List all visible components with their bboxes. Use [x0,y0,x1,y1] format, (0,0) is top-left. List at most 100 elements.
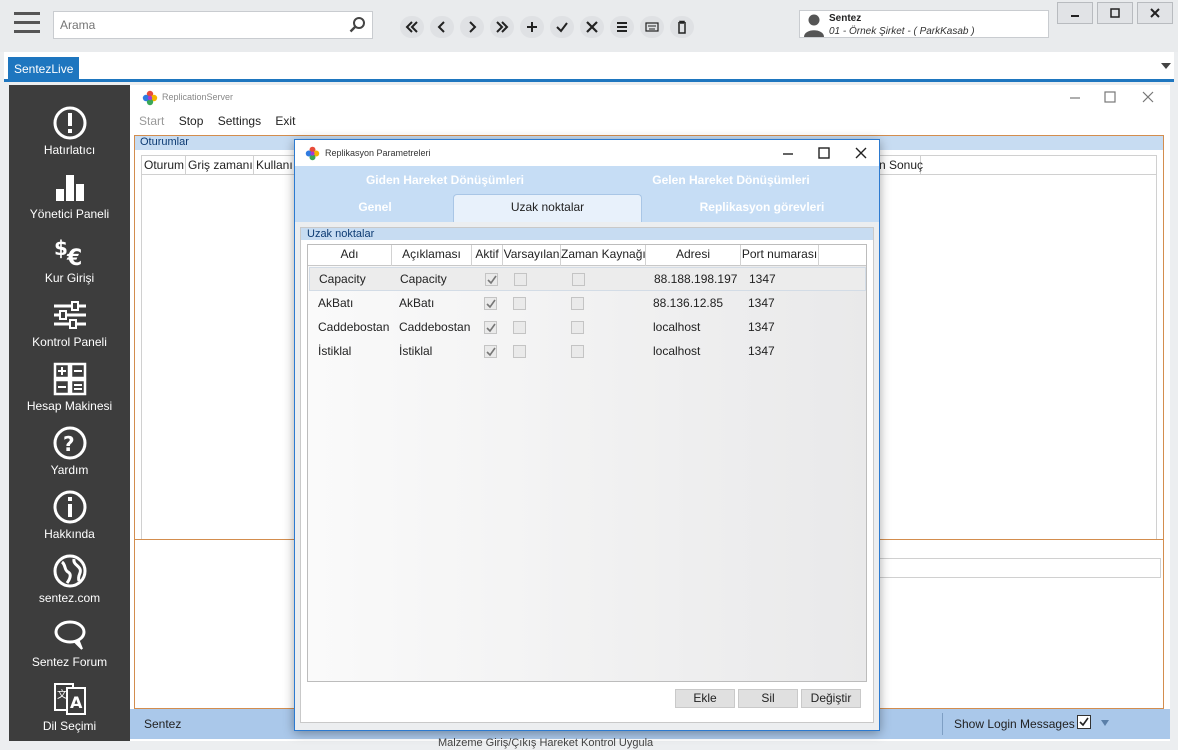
menu-settings[interactable]: Settings [218,114,261,128]
grid-row[interactable]: Capacity Capacity 88.188.198.197 1347 [309,267,866,291]
add-icon [527,22,537,32]
varsayilan-checkbox[interactable] [513,297,526,310]
keyboard-button[interactable] [640,16,664,38]
remote-points-grid: Adı Açıklaması Aktif Varsayılan Zaman Ka… [307,244,867,682]
menu-exit[interactable]: Exit [275,114,295,128]
zaman-kaynagi-checkbox[interactable] [571,321,584,334]
column-header-zaman-kaynagi[interactable]: Zaman Kaynağı [561,245,646,266]
close-button[interactable] [1137,2,1173,24]
zaman-kaynagi-checkbox[interactable] [571,345,584,358]
search-input[interactable] [54,12,334,38]
list-button[interactable] [610,16,634,38]
tab-dropdown-icon[interactable] [1160,62,1172,70]
window-maximize-icon[interactable] [1103,90,1117,104]
column-header-varsayilan[interactable]: Varsayılan [503,245,561,266]
status-dropdown-icon[interactable] [1101,720,1109,726]
tab-genel[interactable]: Genel [335,200,415,214]
menu-start[interactable]: Start [139,114,164,128]
column-header[interactable]: Oturum [142,156,186,174]
calculator-icon [53,362,86,396]
column-header[interactable]: Griş zamanı [186,156,254,174]
status-text: Sentez [144,717,182,731]
search-icon[interactable] [348,15,368,35]
sidebar-item-dil-secimi[interactable]: A文 Dil Seçimi [9,681,130,743]
cell-port: 1347 [749,272,776,286]
maximize-button[interactable] [1097,2,1133,24]
show-login-messages-checkbox[interactable] [1077,715,1091,729]
tab-replikasyon-gorevleri[interactable]: Replikasyon görevleri [687,200,837,214]
degistir-button[interactable]: Değiştir [801,689,861,708]
sidebar-item-hatirlatici[interactable]: Hatırlatıcı [9,105,130,167]
prev-icon [437,21,445,33]
sidebar-item-kontrol-paneli[interactable]: Kontrol Paneli [9,297,130,359]
grid-header: Adı Açıklaması Aktif Varsayılan Zaman Ka… [308,245,866,266]
cell-adi: İstiklal [318,344,352,358]
zaman-kaynagi-checkbox[interactable] [572,273,585,286]
sidebar-item-label: Dil Seçimi [42,719,97,733]
sidebar-item-label: Hatırlatıcı [43,143,96,157]
sidebar-item-hakkinda[interactable]: Hakkında [9,489,130,551]
sidebar-item-label: Kur Girişi [44,271,95,285]
varsayilan-checkbox[interactable] [514,273,527,286]
window-minimize-icon[interactable] [1068,90,1082,104]
sidebar-item-sentez-forum[interactable]: Sentez Forum [9,617,130,679]
previous-record-button[interactable] [430,16,454,38]
ekle-button[interactable]: Ekle [675,689,735,708]
grid-row[interactable]: Caddebostan Caddebostan localhost 1347 [309,316,866,340]
zaman-kaynagi-checkbox[interactable] [571,297,584,310]
dialog-minimize-icon[interactable] [781,146,795,160]
varsayilan-checkbox[interactable] [513,321,526,334]
hamburger-menu-icon[interactable] [14,12,40,36]
replication-parameters-dialog: Replikasyon Parametreleri Giden Hareket … [294,139,880,731]
background-text: Malzeme Giriş/Çıkış Hareket Kontrol Uygu… [438,737,654,749]
delete-record-button[interactable] [670,16,694,38]
last-record-button[interactable] [490,16,514,38]
sidebar-item-sentez-com[interactable]: sentez.com [9,553,130,615]
sil-button[interactable]: Sil [738,689,798,708]
window-close-icon[interactable] [1141,90,1155,104]
dialog-maximize-icon[interactable] [817,146,831,160]
column-header[interactable]: Sonuç [887,156,923,174]
user-info-box[interactable]: Sentez 01 - Örnek Şirket - ( ParkKasab ) [799,10,1049,38]
dialog-close-icon[interactable] [854,146,868,160]
aktif-checkbox[interactable] [484,321,497,334]
tab-uzak-noktalar[interactable]: Uzak noktalar [453,194,642,222]
globe-icon [53,554,86,588]
save-record-button[interactable] [550,16,574,38]
menu-stop[interactable]: Stop [179,114,204,128]
checkmark-icon [487,275,497,285]
sidebar-item-kur-girisi[interactable]: $ € Kur Girişi [9,233,130,295]
cell-adresi: localhost [653,344,701,358]
aktif-checkbox[interactable] [485,273,498,286]
remote-points-group-header: Uzak noktalar [301,228,873,240]
window-title: ReplicationServer [162,92,234,102]
column-header[interactable]: Kullanı [254,156,294,174]
column-header-aciklamasi[interactable]: Açıklaması [392,245,472,266]
aktif-checkbox[interactable] [484,297,497,310]
column-header-aktif[interactable]: Aktif [472,245,503,266]
grid-row[interactable]: AkBatı AkBatı 88.136.12.85 1347 [309,292,866,316]
forum-icon [54,620,85,650]
minimize-button[interactable] [1057,2,1093,24]
cancel-record-button[interactable] [580,16,604,38]
next-record-button[interactable] [460,16,484,38]
tab-giden-hareket[interactable]: Giden Hareket Dönüşümleri [355,173,535,187]
sidebar-item-yonetici-paneli[interactable]: Yönetici Paneli [9,169,130,231]
column-header-adi[interactable]: Adı [308,245,392,266]
aktif-checkbox[interactable] [484,345,497,358]
top-bar: Sentez 01 - Örnek Şirket - ( ParkKasab ) [0,0,1178,52]
first-record-button[interactable] [400,16,424,38]
tab-sentezlive[interactable]: SentezLive [8,57,79,81]
cell-aciklamasi: AkBatı [399,296,435,310]
column-header-adresi[interactable]: Adresi [646,245,741,266]
varsayilan-checkbox[interactable] [513,345,526,358]
sidebar-item-yardim[interactable]: ? Yardım [9,425,130,487]
grid-row[interactable]: İstiklal İstiklal localhost 1347 [309,340,866,364]
add-record-button[interactable] [520,16,544,38]
sidebar-item-label: sentez.com [38,591,101,605]
alert-icon [53,106,86,140]
language-icon: A文 [53,683,86,715]
column-header-port[interactable]: Port numarası [741,245,819,266]
sidebar-item-hesap-makinesi[interactable]: Hesap Makinesi [9,361,130,423]
tab-gelen-hareket[interactable]: Gelen Hareket Dönüşümleri [641,173,821,187]
